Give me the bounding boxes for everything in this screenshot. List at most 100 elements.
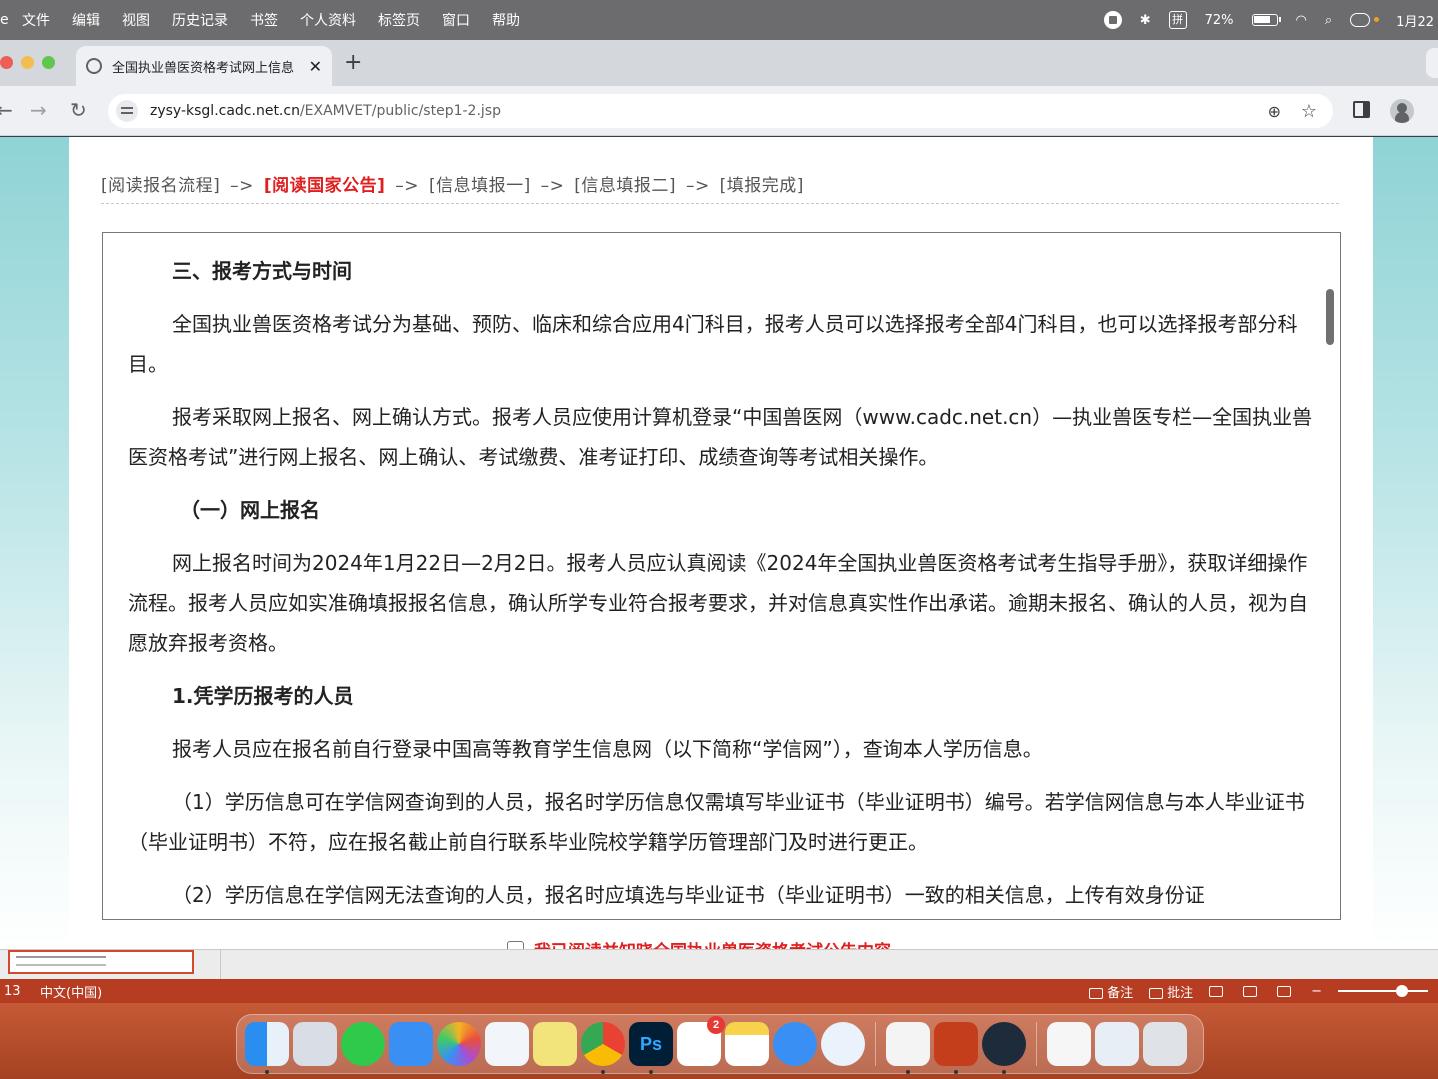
notes-icon[interactable] [725, 1022, 769, 1066]
slide-sorter-icon[interactable] [1243, 985, 1258, 997]
messages-icon[interactable] [341, 1022, 385, 1066]
step-read-process: [阅读报名流程] [101, 176, 221, 196]
menu-file[interactable]: 文件 [11, 10, 61, 30]
launchpad-icon[interactable] [293, 1022, 337, 1066]
wifi-icon[interactable]: ◠ [1296, 13, 1307, 28]
trash-icon[interactable] [1143, 1022, 1187, 1066]
reminders-badge: 2 [707, 1016, 725, 1034]
browser-tab-strip: 全国执业兽医资格考试网上信息 ✕ + [0, 40, 1438, 86]
browser-toolbar: ← → ↻ zysy-ksgl.cadc.net.cn/EXAMVET/publ… [0, 86, 1438, 136]
ppt-status-bar: 13 中文(中国) 备注 批注 − [0, 979, 1438, 1003]
macos-dock: Ps 2 [236, 1014, 1204, 1074]
step-read-notice: [阅读国家公告] [263, 176, 386, 196]
dock-separator [1036, 1022, 1037, 1066]
page-content-card: [阅读报名流程] –> [阅读国家公告] –> [信息填报一] –> [信息填报… [69, 137, 1373, 949]
tab-search-button[interactable] [1426, 48, 1438, 78]
battery-icon[interactable] [1251, 14, 1281, 26]
notice-paragraph: （2）学历信息在学信网无法查询的人员，报名时应填选与毕业证书（毕业证明书）一致的… [172, 883, 1205, 907]
bluetooth-icon[interactable]: ✱ [1140, 13, 1151, 28]
screen-recorder-icon[interactable] [982, 1022, 1026, 1074]
profile-avatar-icon[interactable] [1390, 99, 1414, 123]
back-arrow-icon[interactable]: ← [0, 98, 13, 122]
step-arrow: –> [685, 176, 710, 196]
forward-arrow-icon[interactable]: → [30, 98, 47, 122]
tab-close-icon[interactable]: ✕ [309, 57, 322, 76]
baidu-netdisk-icon[interactable] [485, 1022, 529, 1066]
menu-edit[interactable]: 编辑 [61, 10, 111, 30]
battery-percent: 72% [1204, 12, 1234, 28]
macos-menu-bar: e 文件 编辑 视图 历史记录 书签 个人资料 标签页 窗口 帮助 ✱ 拼 72… [0, 0, 1438, 40]
menu-bookmarks[interactable]: 书签 [239, 10, 289, 30]
notice-paragraph: 报考人员应在报名前自行登录中国高等教育学生信息网（以下简称“学信网”），查询本人… [172, 737, 1043, 761]
menu-tabs[interactable]: 标签页 [367, 10, 431, 30]
apple-menu-icon[interactable]: e [0, 12, 11, 28]
notice-paragraph: （1）学历信息可在学信网查询到的人员，报名时学历信息仅需填写毕业证书（毕业证明书… [128, 790, 1305, 854]
url-domain: zysy-ksgl.cadc.net.cn [150, 103, 300, 119]
ppt-slide-thumbnail[interactable] [8, 950, 194, 974]
menu-profiles[interactable]: 个人资料 [289, 10, 367, 30]
window-minimize-button[interactable] [21, 56, 34, 69]
comments-icon [1149, 987, 1164, 999]
bookmark-star-icon[interactable]: ☆ [1301, 101, 1317, 122]
finder-icon[interactable] [245, 1022, 289, 1074]
notice-paragraph: 全国执业兽医资格考试分为基础、预防、临床和综合应用4门科目，报考人员可以选择报考… [128, 312, 1298, 376]
window-zoom-button[interactable] [42, 56, 55, 69]
step-arrow: –> [395, 176, 420, 196]
address-bar[interactable]: zysy-ksgl.cadc.net.cn/EXAMVET/public/ste… [108, 94, 1333, 128]
notice-heading: 三、报考方式与时间 [172, 259, 352, 283]
window-close-button[interactable] [0, 56, 13, 69]
notice-scroll-box[interactable]: 三、报考方式与时间 全国执业兽医资格考试分为基础、预防、临床和综合应用4门科目，… [102, 232, 1341, 920]
step-info-2: [信息填报二] [574, 176, 677, 196]
ppt-comments-button[interactable]: 批注 [1149, 982, 1193, 1001]
browser-tab-active[interactable]: 全国执业兽医资格考试网上信息 ✕ [76, 46, 332, 86]
input-method-icon[interactable]: 拼 [1168, 11, 1187, 29]
stickies-icon[interactable] [533, 1022, 577, 1066]
ppt-status-right: 备注 批注 − [1089, 979, 1428, 1003]
photos-icon[interactable] [437, 1022, 481, 1066]
side-panel-icon[interactable] [1353, 101, 1370, 118]
screen-record-icon[interactable] [1103, 11, 1122, 29]
agree-checkbox[interactable] [507, 941, 524, 949]
quicktime-icon[interactable] [821, 1022, 865, 1066]
zoom-out-icon[interactable]: − [1311, 984, 1322, 999]
url-path: /EXAMVET/public/step1-2.jsp [299, 103, 501, 119]
safari-icon[interactable] [773, 1022, 817, 1066]
powerpoint-icon[interactable] [934, 1022, 978, 1074]
normal-view-icon[interactable] [1209, 985, 1224, 997]
spotlight-search-icon[interactable]: ⌕ [1325, 13, 1332, 28]
ppt-notes-button[interactable]: 备注 [1089, 982, 1133, 1001]
zoom-icon[interactable]: ⊕ [1268, 102, 1281, 121]
notice-content: 三、报考方式与时间 全国执业兽医资格考试分为基础、预防、临床和综合应用4门科目，… [128, 251, 1313, 919]
menu-extras: ✱ 拼 72% ◠ ⌕ 1月22 [1103, 0, 1438, 40]
dock-separator [875, 1022, 876, 1066]
agree-checkbox-row[interactable]: 我已阅读并知晓全国执业兽医资格考试公告内容 [507, 937, 891, 949]
notice-scrollbar[interactable] [1326, 289, 1334, 345]
ppt-slide-number: 13 [4, 983, 21, 999]
pdf-document-icon[interactable] [1047, 1022, 1091, 1066]
site-info-icon[interactable] [116, 100, 138, 122]
textedit-icon[interactable] [886, 1022, 930, 1074]
presenter-view-icon[interactable] [1277, 985, 1292, 997]
menu-clock[interactable]: 1月22 [1396, 11, 1434, 30]
menu-help[interactable]: 帮助 [481, 10, 531, 30]
ppt-slide-strip [0, 949, 1438, 980]
ppt-language[interactable]: 中文(中国) [40, 982, 102, 1001]
notice-paragraph: 报考采取网上报名、网上确认方式。报考人员应使用计算机登录“中国兽医网（www.c… [128, 405, 1313, 469]
menu-window[interactable]: 窗口 [431, 10, 481, 30]
mail-icon[interactable] [389, 1022, 433, 1066]
reminders-icon[interactable]: 2 [677, 1016, 725, 1066]
reload-icon[interactable]: ↻ [70, 98, 87, 122]
menu-view[interactable]: 视图 [111, 10, 161, 30]
new-tab-button[interactable]: + [344, 50, 362, 75]
control-center-icon[interactable] [1350, 13, 1380, 27]
step-arrow: –> [230, 176, 254, 196]
menu-history[interactable]: 历史记录 [161, 10, 239, 30]
ppt-comments-label: 批注 [1167, 985, 1194, 1001]
globe-icon [86, 58, 102, 74]
keyboard-viewer-icon[interactable] [1095, 1022, 1139, 1066]
photoshop-icon[interactable]: Ps [629, 1022, 673, 1074]
zoom-slider[interactable] [1338, 985, 1428, 997]
notes-icon [1089, 987, 1104, 999]
step-info-1: [信息填报一] [428, 176, 531, 196]
chrome-icon[interactable] [581, 1022, 625, 1074]
